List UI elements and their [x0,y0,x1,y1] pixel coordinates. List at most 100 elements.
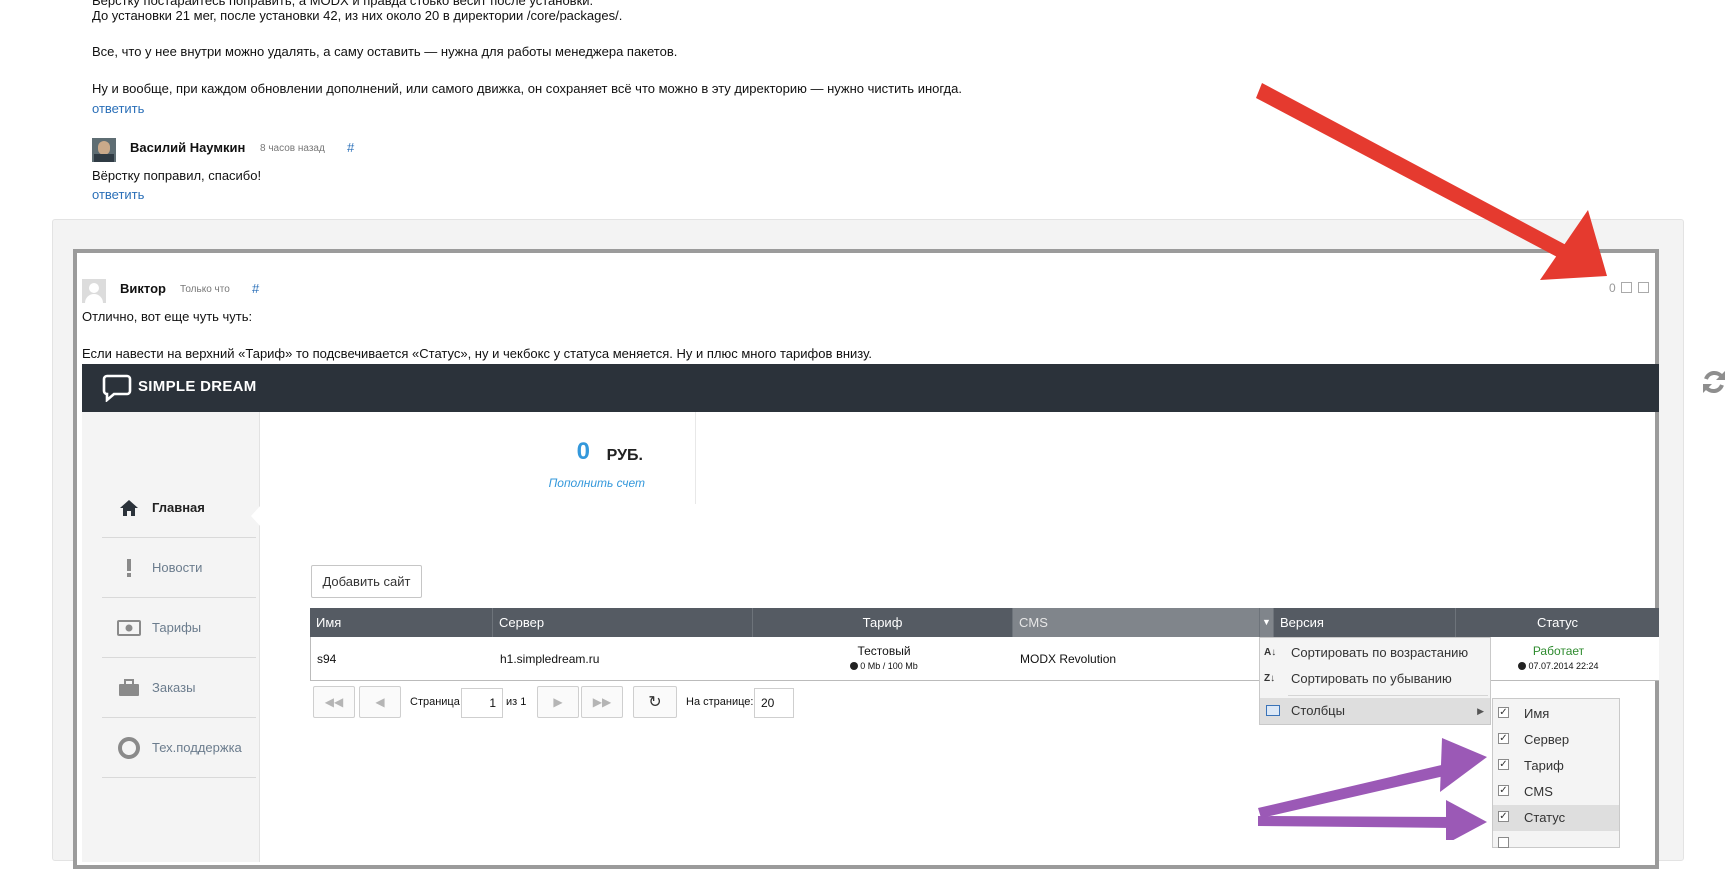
chat-logo-icon [102,374,132,402]
grid-header: Имя Сервер Тариф CMS ▼ Версия Статус [310,608,1659,637]
columns-icon [1266,705,1280,716]
menu-item-columns[interactable]: Столбцы ▶ [1260,698,1490,724]
avatar[interactable] [92,138,116,162]
menu-item-sort-desc[interactable]: Z↓ Сортировать по убыванию [1260,666,1490,692]
comment-rating: 0 [1609,281,1616,295]
sort-desc-icon: Z↓ [1264,673,1276,684]
tariff-name: Тестовый [857,644,911,658]
right-icon: ▶ [553,695,563,709]
topup-link[interactable]: Пополнить счет [549,476,645,490]
column-header-cms[interactable]: CMS [1013,608,1260,637]
sidebar-item-tariffs[interactable]: Тарифы [102,598,256,658]
column-header-name[interactable]: Имя [310,608,493,637]
menu-item-label: Сортировать по возрастанию [1291,645,1469,660]
menu-item-label: Сортировать по убыванию [1291,671,1452,686]
sidebar-item-label: Тарифы [152,620,202,635]
page-count: из 1 [506,696,527,708]
column-header-status[interactable]: Статус [1456,608,1659,637]
checkbox-icon [1498,837,1509,848]
sidebar-item-support[interactable]: Тех.поддержка [102,718,256,778]
first-page-button[interactable]: ◀◀ [313,686,355,718]
comment-text-line: Если навести на верхний «Тариф» то подсв… [82,346,872,361]
column-toggle-server[interactable]: ✓ Сервер [1493,727,1619,753]
sidebar-item-news[interactable]: Новости [102,538,256,598]
checkbox-checked-icon: ✓ [1498,759,1509,770]
column-header-version[interactable]: Версия [1274,608,1456,637]
submenu-arrow-icon: ▶ [1477,706,1484,716]
reply-link[interactable]: ответить [92,101,144,116]
balance-panel: 0 РУБ. Пополнить счет [260,412,696,504]
comment-text-line: Ну и вообще, при каждом обновлении допол… [92,81,962,96]
sidebar-item-label: Заказы [152,680,196,695]
comment-time: Только что [180,284,230,295]
sidebar-item-label: Новости [152,560,203,575]
column-toggle-cms[interactable]: ✓ CMS [1493,779,1619,805]
cell-server: h1.simpledream.ru [500,652,600,666]
last-page-button[interactable]: ▶▶ [581,686,623,718]
column-toggle-label: Тариф [1524,758,1564,773]
page-input[interactable]: 1 [461,688,503,718]
avatar-placeholder[interactable] [82,279,106,303]
checkbox-checked-icon: ✓ [1498,811,1509,822]
comment-anchor-link[interactable]: # [347,140,354,155]
refresh-icon: ↻ [648,694,662,711]
comment-time: 8 часов назад [260,143,325,154]
comment-text: Вёрстку поправил, спасибо! [92,168,262,183]
active-nav-pointer [251,505,261,527]
column-toggle-tariff[interactable]: ✓ Тариф [1493,753,1619,779]
sidebar: Главная Новости Тарифы Заказы Тех.поддер… [82,412,260,862]
column-toggle-label: CMS [1524,784,1553,799]
page-label: Страница [410,696,460,708]
check-circle-icon [850,662,859,670]
next-page-button[interactable]: ▶ [537,686,579,718]
vote-up-icon[interactable] [1621,282,1632,293]
column-toggle-label: Имя [1524,706,1550,721]
new-comment-frame [73,249,1659,869]
refresh-button[interactable]: ↻ [633,686,677,718]
money-icon [116,617,142,639]
vote-down-icon[interactable] [1638,282,1649,293]
column-header-tariff[interactable]: Тариф [753,608,1013,637]
sort-asc-icon: A↓ [1264,647,1277,658]
left-icon: ◀ [375,695,385,709]
checkbox-checked-icon: ✓ [1498,785,1509,796]
column-context-menu: A↓ Сортировать по возрастанию Z↓ Сортиро… [1259,637,1491,725]
per-page-input[interactable]: 20 [754,688,794,718]
menu-item-sort-asc[interactable]: A↓ Сортировать по возрастанию [1260,640,1490,666]
cell-name: s94 [317,652,337,666]
home-icon [116,497,142,519]
tariff-usage: 0 Mb / 100 Mb [754,659,1014,673]
reply-link[interactable]: ответить [92,187,144,202]
column-toggle-label: Сервер [1524,732,1570,747]
column-toggle-name[interactable]: ✓ Имя [1493,701,1619,727]
sidebar-item-label: Тех.поддержка [152,740,242,755]
check-circle-icon [1518,662,1527,670]
add-site-button[interactable]: Добавить сайт [311,565,422,598]
column-toggle-label: Статус [1524,810,1566,825]
column-toggle-status[interactable]: ✓ Статус [1493,805,1619,831]
columns-submenu: ✓ Имя ✓ Сервер ✓ Тариф ✓ CMS ✓ Статус [1492,698,1620,848]
sidebar-item-home[interactable]: Главная [102,478,256,538]
menu-item-label: Столбцы [1291,703,1345,718]
balance-value: 0 [576,438,590,465]
comment-anchor-link[interactable]: # [252,281,259,296]
column-header-server[interactable]: Сервер [493,608,753,637]
tariff-usage-text: 0 Mb / 100 Mb [860,661,918,671]
double-left-icon: ◀◀ [324,695,344,709]
checkbox-checked-icon: ✓ [1498,707,1509,718]
column-menu-trigger[interactable]: ▼ [1260,608,1274,637]
status-date-text: 07.07.2014 22:24 [1528,661,1599,671]
checkbox-checked-icon: ✓ [1498,733,1509,744]
briefcase-icon [116,677,142,699]
exclamation-icon [116,557,142,579]
column-toggle-partial[interactable] [1493,831,1619,857]
comment-text-line: Все, что у нее внутри можно удалять, а с… [92,44,678,59]
brand-name[interactable]: SIMPLE DREAM [138,378,257,395]
prev-page-button[interactable]: ◀ [359,686,401,718]
comment-author[interactable]: Василий Наумкин [130,140,245,155]
app-header: SIMPLE DREAM [82,364,1659,412]
comment-author[interactable]: Виктор [120,281,166,296]
refresh-comments-icon[interactable] [1700,368,1728,396]
sidebar-item-orders[interactable]: Заказы [102,658,256,718]
chevron-down-icon: ▼ [1262,617,1271,627]
